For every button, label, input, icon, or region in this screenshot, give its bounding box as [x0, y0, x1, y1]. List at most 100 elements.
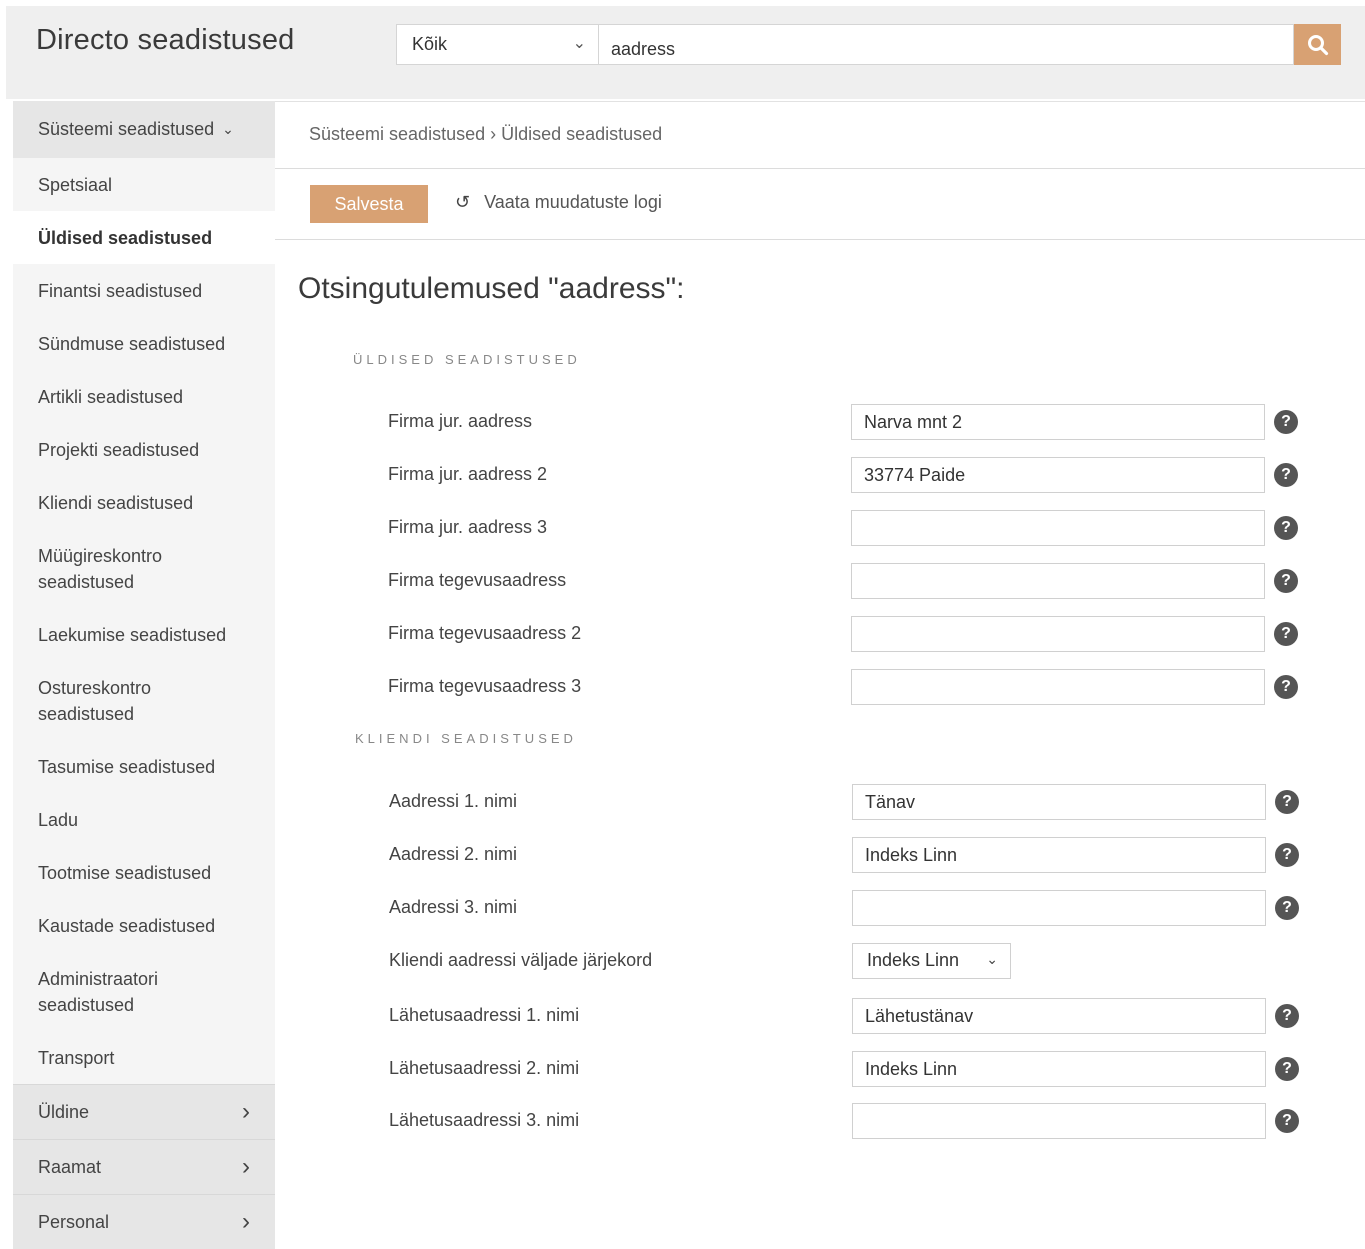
setting-input[interactable] [851, 404, 1265, 440]
help-icon[interactable]: ? [1274, 410, 1298, 434]
sidebar-item-label: Müügireskontro seadistused [38, 545, 163, 592]
setting-input[interactable] [852, 784, 1266, 820]
help-icon[interactable]: ? [1275, 1057, 1299, 1081]
sidebar-items: Spetsiaal Üldised seadistused Finantsi sea… [13, 158, 275, 1084]
sidebar-item[interactable]: Spetsiaal [13, 158, 275, 211]
sidebar-item[interactable]: Üldised seadistused [13, 211, 275, 264]
setting-input[interactable] [851, 616, 1265, 652]
sidebar-item-label: Ladu [38, 809, 79, 830]
breadcrumb: Süsteemi seadistused › Üldised seadistus… [309, 124, 663, 144]
setting-label: Aadressi 3. nimi [389, 897, 518, 917]
setting-input[interactable] [852, 998, 1266, 1034]
search-button[interactable] [1294, 24, 1341, 65]
setting-input[interactable] [851, 457, 1265, 493]
sidebar-item-label: Spetsiaal [38, 174, 113, 195]
divider [275, 239, 1365, 240]
sidebar-item-label: Kliendi seadistused [38, 492, 194, 513]
sidebar-item[interactable]: Müügireskontro seadistused [13, 529, 275, 608]
chevron-down-icon: ⌄ [572, 35, 586, 52]
sidebar-group-label: Personal [38, 1211, 110, 1232]
search-scope-select[interactable]: Kõik ⌄ [396, 24, 599, 65]
sidebar-item[interactable]: Kaustade seadistused [13, 899, 275, 952]
help-icon[interactable]: ? [1274, 675, 1298, 699]
section-title: ÜLDISED SEADISTUSED [353, 352, 581, 367]
view-change-log-link[interactable]: ↺ Vaata muudatuste logi [455, 192, 662, 213]
sidebar-group[interactable]: Üldine › [13, 1084, 275, 1139]
help-icon[interactable]: ? [1275, 843, 1299, 867]
sidebar-item[interactable]: Administraatori seadistused [13, 952, 275, 1031]
setting-input[interactable] [851, 669, 1265, 705]
setting-label: Firma tegevusaadress [388, 570, 567, 590]
setting-input[interactable] [851, 563, 1265, 599]
chevron-down-icon: ⌄ [222, 121, 234, 137]
sidebar-section-label: Süsteemi seadistused [38, 119, 215, 139]
sidebar-item-label: Sündmuse seadistused [38, 333, 226, 354]
sidebar-item-label: Tasumise seadistused [38, 756, 216, 777]
sidebar-section-header[interactable]: Süsteemi seadistused ⌄ [13, 101, 275, 158]
sidebar-group[interactable]: Personal › [13, 1194, 275, 1249]
sidebar-item-label: Projekti seadistused [38, 439, 200, 460]
sidebar-item[interactable]: Sündmuse seadistused [13, 317, 275, 370]
section-title: KLIENDI SEADISTUSED [355, 731, 577, 746]
sidebar-item[interactable]: Finantsi seadistused [13, 264, 275, 317]
sidebar-item-label: Üldised seadistused [38, 227, 213, 248]
view-change-log-label: Vaata muudatuste logi [484, 192, 662, 212]
setting-label: Firma jur. aadress 2 [388, 464, 548, 484]
sidebar-item-label: Finantsi seadistused [38, 280, 203, 301]
setting-input[interactable] [852, 890, 1266, 926]
sidebar-item[interactable]: Ladu [13, 793, 275, 846]
help-icon[interactable]: ? [1274, 463, 1298, 487]
sidebar-item-label: Tootmise seadistused [38, 862, 212, 883]
results-title: Otsingutulemused "aadress": [298, 272, 685, 305]
setting-label: Lähetusaadressi 2. nimi [389, 1058, 580, 1078]
setting-input[interactable] [852, 837, 1266, 873]
sidebar-item[interactable]: Artikli seadistused [13, 370, 275, 423]
sidebar-item-label: Laekumise seadistused [38, 624, 227, 645]
help-icon[interactable]: ? [1275, 790, 1299, 814]
setting-label: Kliendi aadressi väljade järjekord [389, 950, 653, 970]
sidebar-item[interactable]: Ostureskontro seadistused [13, 661, 275, 740]
setting-input[interactable] [851, 510, 1265, 546]
sidebar-item-label: Kaustade seadistused [38, 915, 216, 936]
sidebar-item[interactable]: Transport [13, 1031, 275, 1084]
sidebar-group[interactable]: Raamat › [13, 1139, 275, 1194]
help-icon[interactable]: ? [1274, 622, 1298, 646]
sidebar-item[interactable]: Kliendi seadistused [13, 476, 275, 529]
help-icon[interactable]: ? [1275, 1109, 1299, 1133]
sidebar-group-label: Raamat [38, 1156, 102, 1177]
chevron-right-icon: › [242, 1208, 250, 1235]
search-input[interactable] [598, 24, 1294, 65]
help-icon[interactable]: ? [1274, 516, 1298, 540]
setting-label: Aadressi 2. nimi [389, 844, 518, 864]
sidebar-item[interactable]: Tootmise seadistused [13, 846, 275, 899]
setting-label: Lähetusaadressi 1. nimi [389, 1005, 580, 1025]
sidebar-item-label: Administraatori seadistused [38, 968, 159, 1015]
sidebar: Süsteemi seadistused ⌄ Spetsiaal Üldised … [13, 101, 275, 1249]
setting-label: Firma tegevusaadress 3 [388, 676, 582, 696]
sidebar-groups: Üldine › Raamat › Personal › [13, 1084, 275, 1249]
help-icon[interactable]: ? [1274, 569, 1298, 593]
help-icon[interactable]: ? [1275, 1004, 1299, 1028]
setting-label: Firma jur. aadress [388, 411, 533, 431]
history-icon: ↺ [455, 192, 471, 212]
sidebar-group-label: Üldine [38, 1101, 90, 1122]
chevron-down-icon: ⌄ [986, 951, 998, 967]
search-scope-value: Kõik [412, 34, 448, 54]
setting-label: Firma jur. aadress 3 [388, 517, 548, 537]
chevron-right-icon: › [242, 1153, 250, 1180]
setting-input[interactable] [852, 1103, 1266, 1139]
divider [275, 168, 1365, 169]
setting-label: Aadressi 1. nimi [389, 791, 518, 811]
chevron-right-icon: › [242, 1098, 250, 1125]
sidebar-item[interactable]: Tasumise seadistused [13, 740, 275, 793]
search-icon [1307, 34, 1328, 55]
setting-label: Lähetusaadressi 3. nimi [389, 1110, 580, 1130]
save-button[interactable]: Salvesta [310, 185, 428, 223]
sidebar-item[interactable]: Laekumise seadistused [13, 608, 275, 661]
setting-input[interactable] [852, 1051, 1266, 1087]
sidebar-item[interactable]: Projekti seadistused [13, 423, 275, 476]
address-order-select[interactable]: Indeks Linn ⌄ [852, 943, 1011, 979]
help-icon[interactable]: ? [1275, 896, 1299, 920]
address-order-value: Indeks Linn [867, 950, 960, 970]
main-content: Süsteemi seadistused › Üldised seadistus… [275, 101, 1365, 1249]
